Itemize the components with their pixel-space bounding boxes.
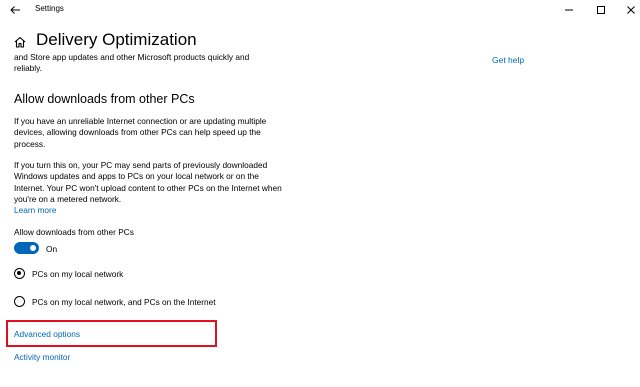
maximize-icon: [597, 6, 605, 14]
back-arrow-icon: [10, 6, 20, 14]
section-heading: Allow downloads from other PCs: [14, 92, 195, 106]
description-paragraph-2: If you turn this on, your PC may send pa…: [14, 160, 282, 204]
page-title: Delivery Optimization: [36, 30, 197, 49]
window-title: Settings: [35, 4, 64, 13]
toggle-state-label: On: [46, 244, 58, 254]
close-icon: [627, 6, 635, 14]
allow-downloads-toggle[interactable]: [14, 242, 39, 254]
radio-local-and-internet[interactable]: [14, 296, 25, 307]
home-button[interactable]: [13, 35, 27, 49]
radio-local-network-label[interactable]: PCs on my local network: [32, 269, 123, 279]
learn-more-link[interactable]: Learn more: [14, 205, 56, 215]
minimize-icon: [565, 9, 573, 11]
radio-local-and-internet-label[interactable]: PCs on my local network, and PCs on the …: [32, 297, 216, 307]
back-button[interactable]: [8, 3, 22, 17]
close-button[interactable]: [624, 3, 638, 17]
radio-selected-dot: [17, 271, 22, 276]
toggle-knob: [30, 245, 36, 251]
intro-text: and Store app updates and other Microsof…: [14, 52, 250, 73]
minimize-button[interactable]: [562, 3, 576, 17]
title-bar: Settings: [0, 0, 640, 20]
home-icon: [14, 36, 26, 48]
advanced-options-link[interactable]: Advanced options: [14, 329, 80, 339]
radio-local-network[interactable]: [14, 268, 25, 279]
activity-monitor-link[interactable]: Activity monitor: [14, 352, 70, 362]
maximize-button[interactable]: [594, 3, 608, 17]
toggle-label: Allow downloads from other PCs: [14, 227, 134, 237]
description-paragraph-1: If you have an unreliable Internet conne…: [14, 116, 267, 149]
get-help-link[interactable]: Get help: [492, 55, 524, 65]
